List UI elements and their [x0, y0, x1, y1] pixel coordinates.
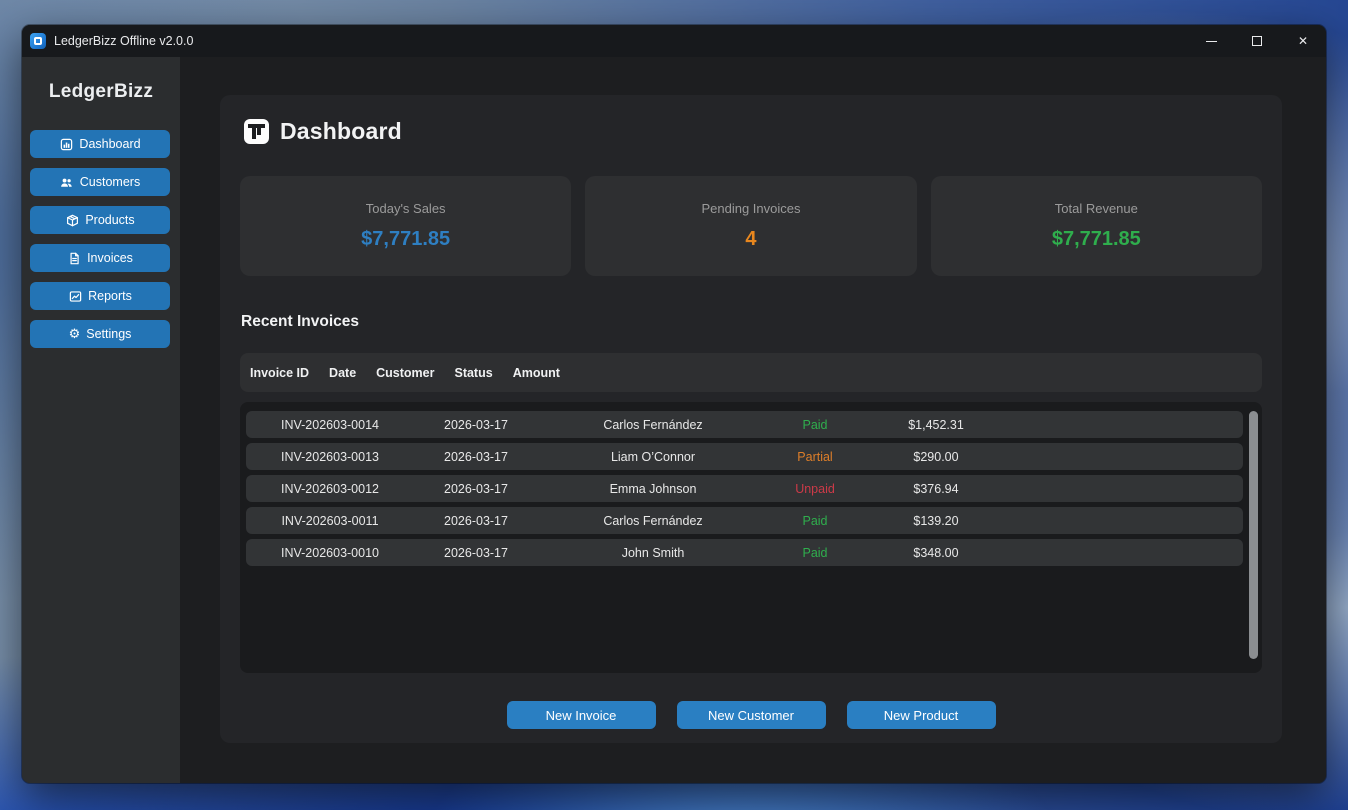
invoice-row[interactable]: INV-202603-0010 2026-03-17 John Smith Pa… [246, 539, 1243, 566]
page-header: Dashboard [240, 118, 1262, 145]
invoice-table: INV-202603-0014 2026-03-17 Carlos Fernán… [240, 402, 1262, 673]
cell-invoice-id: INV-202603-0012 [246, 482, 414, 496]
recent-invoices-heading: Recent Invoices [240, 313, 1262, 331]
app-brand: LedgerBizz [22, 81, 180, 103]
window-title: LedgerBizz Offline v2.0.0 [54, 34, 193, 48]
sidebar-item-customers[interactable]: Customers [30, 168, 170, 196]
document-icon [67, 251, 81, 265]
invoice-row[interactable]: INV-202603-0011 2026-03-17 Carlos Fernán… [246, 507, 1243, 534]
cell-status: Paid [768, 546, 862, 560]
cell-invoice-id: INV-202603-0013 [246, 450, 414, 464]
sidebar-item-reports[interactable]: Reports [30, 282, 170, 310]
stat-card: Today's Sales $7,771.85 [240, 176, 571, 276]
sidebar-item-label: Invoices [87, 251, 133, 265]
maximize-icon [1252, 36, 1262, 46]
sidebar-item-invoices[interactable]: Invoices [30, 244, 170, 272]
cell-customer: Carlos Fernández [538, 514, 768, 528]
cell-status: Unpaid [768, 482, 862, 496]
gear-icon: ⚙ [69, 328, 81, 341]
package-icon [65, 213, 79, 227]
sidebar: LedgerBizz Dashboard Customers Products … [22, 57, 180, 783]
page-title: Dashboard [280, 118, 402, 145]
cell-amount: $348.00 [862, 546, 1010, 560]
sidebar-item-label: Reports [88, 289, 132, 303]
column-header: Status [454, 366, 492, 380]
invoice-row[interactable]: INV-202603-0012 2026-03-17 Emma Johnson … [246, 475, 1243, 502]
sidebar-item-dashboard[interactable]: Dashboard [30, 130, 170, 158]
close-button[interactable]: ✕ [1280, 25, 1326, 57]
cell-invoice-id: INV-202603-0010 [246, 546, 414, 560]
cell-status: Paid [768, 418, 862, 432]
stat-label: Total Revenue [1055, 201, 1138, 216]
stats-row: Today's Sales $7,771.85 Pending Invoices… [240, 176, 1262, 276]
column-header: Invoice ID [250, 366, 309, 380]
cell-date: 2026-03-17 [414, 482, 538, 496]
cell-amount: $290.00 [862, 450, 1010, 464]
dashboard-panel: Dashboard Today's Sales $7,771.85 Pendin… [220, 95, 1282, 743]
cell-status: Partial [768, 450, 862, 464]
table-scrollbar[interactable] [1249, 411, 1258, 659]
sidebar-item-label: Settings [86, 327, 131, 341]
cell-amount: $139.20 [862, 514, 1010, 528]
sidebar-item-settings[interactable]: ⚙ Settings [30, 320, 170, 348]
app-window: LedgerBizz Offline v2.0.0 ✕ LedgerBizz D… [22, 25, 1326, 783]
bar-chart-icon [244, 119, 269, 144]
cell-customer: Carlos Fernández [538, 418, 768, 432]
new-customer-button[interactable]: New Customer [677, 701, 826, 729]
minimize-button[interactable] [1188, 25, 1234, 57]
column-header: Customer [376, 366, 434, 380]
column-header: Date [329, 366, 356, 380]
cell-date: 2026-03-17 [414, 514, 538, 528]
cell-date: 2026-03-17 [414, 546, 538, 560]
quick-actions: New Invoice New Customer New Product [240, 701, 1262, 729]
stat-label: Pending Invoices [701, 201, 800, 216]
bar-chart-icon [59, 137, 73, 151]
sidebar-item-label: Products [85, 213, 134, 227]
invoice-row[interactable]: INV-202603-0014 2026-03-17 Carlos Fernán… [246, 411, 1243, 438]
cell-customer: Liam O’Connor [538, 450, 768, 464]
stat-value: 4 [745, 228, 756, 251]
titlebar: LedgerBizz Offline v2.0.0 ✕ [22, 25, 1326, 57]
sidebar-nav: Dashboard Customers Products Invoices Re… [22, 130, 180, 348]
report-chart-icon [68, 289, 82, 303]
stat-label: Today's Sales [366, 201, 446, 216]
sidebar-item-label: Customers [80, 175, 140, 189]
app-logo-icon [30, 33, 46, 49]
new-product-button[interactable]: New Product [847, 701, 996, 729]
stat-card: Total Revenue $7,771.85 [931, 176, 1262, 276]
cell-invoice-id: INV-202603-0011 [246, 514, 414, 528]
stat-value: $7,771.85 [361, 228, 450, 251]
close-icon: ✕ [1298, 35, 1308, 47]
new-invoice-button[interactable]: New Invoice [507, 701, 656, 729]
people-icon [60, 175, 74, 189]
cell-invoice-id: INV-202603-0014 [246, 418, 414, 432]
stat-value: $7,771.85 [1052, 228, 1141, 251]
cell-amount: $376.94 [862, 482, 1010, 496]
sidebar-item-products[interactable]: Products [30, 206, 170, 234]
stat-card: Pending Invoices 4 [585, 176, 916, 276]
cell-date: 2026-03-17 [414, 450, 538, 464]
cell-customer: John Smith [538, 546, 768, 560]
cell-customer: Emma Johnson [538, 482, 768, 496]
main-area: Dashboard Today's Sales $7,771.85 Pendin… [180, 57, 1326, 783]
maximize-button[interactable] [1234, 25, 1280, 57]
sidebar-item-label: Dashboard [79, 137, 140, 151]
column-header: Amount [513, 366, 560, 380]
minimize-icon [1206, 41, 1217, 42]
cell-amount: $1,452.31 [862, 418, 1010, 432]
invoice-table-header: Invoice ID Date Customer Status Amount [240, 353, 1262, 392]
cell-status: Paid [768, 514, 862, 528]
invoice-row[interactable]: INV-202603-0013 2026-03-17 Liam O’Connor… [246, 443, 1243, 470]
cell-date: 2026-03-17 [414, 418, 538, 432]
